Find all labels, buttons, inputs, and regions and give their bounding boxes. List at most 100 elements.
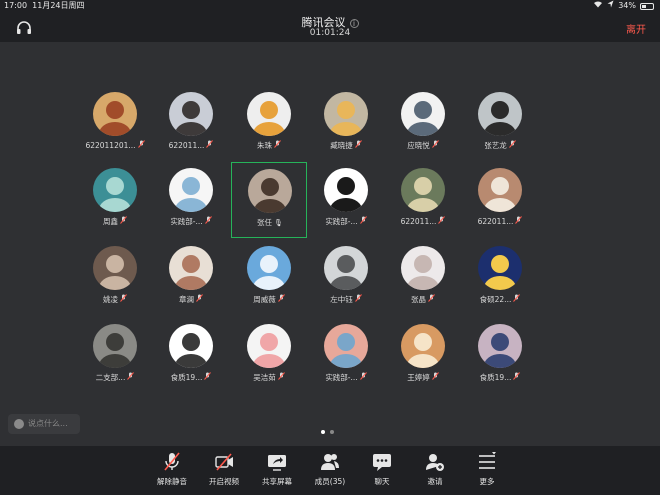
chat-input[interactable]: 说点什么... [8, 414, 80, 434]
members-button[interactable]: 成员(35) [304, 452, 356, 487]
share-screen-icon [268, 455, 286, 471]
more-icon [479, 452, 496, 469]
participant-tile[interactable]: 622011... [462, 162, 538, 238]
mic-muted-icon [204, 216, 212, 226]
avatar [248, 169, 292, 213]
participant-tile[interactable]: 姚凌 [77, 240, 153, 316]
mic-muted-icon [277, 294, 285, 304]
mic-muted-icon [137, 140, 145, 150]
avatar [169, 168, 213, 212]
page-dot[interactable] [321, 430, 325, 434]
participant-name: 吴洁茹 [253, 373, 276, 382]
participant-name: 章澜 [179, 295, 194, 304]
participant-name: 二支部... [95, 373, 126, 382]
mic-muted-icon [513, 372, 521, 382]
mic-muted-icon [127, 372, 135, 382]
participant-tile[interactable]: 左中钰 [308, 240, 384, 316]
participant-name: 朱珠 [257, 141, 272, 150]
unmute-label: 解除静音 [157, 477, 187, 486]
participant-name: 臧晓捷 [330, 141, 353, 150]
participant-tile[interactable]: 吴洁茹 [231, 318, 307, 394]
avatar [247, 324, 291, 368]
avatar [324, 324, 368, 368]
avatar [169, 92, 213, 136]
avatar [93, 246, 137, 290]
participant-tile[interactable]: 张晶 [385, 240, 461, 316]
mic-muted-icon [164, 452, 180, 471]
mic-muted-icon [120, 216, 127, 226]
video-off-icon [215, 453, 233, 471]
participant-tile[interactable]: 周鑫 [77, 162, 153, 238]
invite-button[interactable]: 邀请 [409, 452, 461, 487]
chat-button[interactable]: 聊天 [356, 452, 408, 487]
participant-name: 张晶 [411, 295, 426, 304]
video-button[interactable]: 开启视频 [198, 452, 250, 487]
participant-name: 实践部-... [170, 217, 203, 226]
participant-tile[interactable]: 周威薇 [231, 240, 307, 316]
participant-name: 食质19... [479, 373, 512, 382]
avatar [324, 246, 368, 290]
unmute-button[interactable]: 解除静音 [146, 452, 198, 487]
participant-tile[interactable]: 章澜 [153, 240, 229, 316]
chat-icon [373, 454, 391, 471]
participant-name: 实践部-... [325, 373, 358, 382]
mic-muted-icon [513, 294, 521, 304]
participant-tile[interactable]: 食质19... [462, 318, 538, 394]
participant-tile[interactable]: 622011201... [77, 86, 153, 162]
participant-name: 姚凌 [103, 295, 118, 304]
participant-name: 左中钰 [330, 295, 353, 304]
page-dot[interactable] [330, 430, 334, 434]
avatar [169, 324, 213, 368]
mic-muted-icon [354, 140, 362, 150]
participant-tile[interactable]: 食硕22... [462, 240, 538, 316]
page-indicator[interactable] [321, 430, 334, 434]
mic-muted-icon [515, 216, 523, 226]
participant-tile[interactable]: 二支部... [77, 318, 153, 394]
participant-tile[interactable]: 张艺龙 [462, 86, 538, 162]
avatar [93, 324, 137, 368]
more-button[interactable]: 更多 [461, 452, 513, 487]
avatar [401, 168, 445, 212]
participant-name: 张任 [257, 218, 273, 227]
participant-tile[interactable]: 实践部-... [308, 318, 384, 394]
avatar [324, 92, 368, 136]
participant-tile[interactable]: 622011... [385, 162, 461, 238]
participant-tile[interactable]: 食质19... [153, 318, 229, 394]
participant-name: 622011201... [85, 141, 136, 150]
participant-name: 622011... [477, 217, 514, 226]
avatar [247, 246, 291, 290]
participant-tile[interactable]: 实践部-... [308, 162, 384, 238]
participant-name: 食质19... [170, 373, 203, 382]
participant-tile[interactable]: 臧晓捷 [308, 86, 384, 162]
participant-tile[interactable]: 622011... [153, 86, 229, 162]
avatar [93, 168, 137, 212]
share-button[interactable]: 共享屏幕 [251, 452, 303, 487]
invite-label: 邀请 [427, 477, 443, 486]
mic-muted-icon [359, 216, 367, 226]
mic-muted-icon [206, 140, 214, 150]
participant-tile[interactable]: 张任 🎙︎ [231, 162, 307, 238]
participant-tile[interactable]: 实践部-... [153, 162, 229, 238]
mic-muted-icon [120, 294, 127, 304]
avatar [478, 92, 522, 136]
chat-label: 聊天 [374, 477, 390, 486]
avatar [324, 168, 368, 212]
mic-muted-icon [359, 372, 367, 382]
participant-name: 王婷婷 [407, 373, 430, 382]
participant-tile[interactable]: 王婷婷 [385, 318, 461, 394]
mic-muted-icon [204, 372, 212, 382]
participant-tile[interactable]: 应晓悦 [385, 86, 461, 162]
mic-muted-icon [196, 294, 203, 304]
mic-muted-icon [431, 140, 439, 150]
emoji-icon[interactable] [14, 418, 24, 429]
members-label: 成员(35) [314, 477, 346, 486]
participant-name: 张艺龙 [484, 141, 507, 150]
avatar [478, 324, 522, 368]
participant-tile[interactable]: 朱珠 [231, 86, 307, 162]
avatar [247, 92, 291, 136]
mic-muted-icon [428, 294, 435, 304]
participant-name: 食硕22... [479, 295, 512, 304]
participant-name: 实践部-... [325, 217, 358, 226]
mic-muted-icon [274, 140, 281, 150]
avatar [478, 246, 522, 290]
